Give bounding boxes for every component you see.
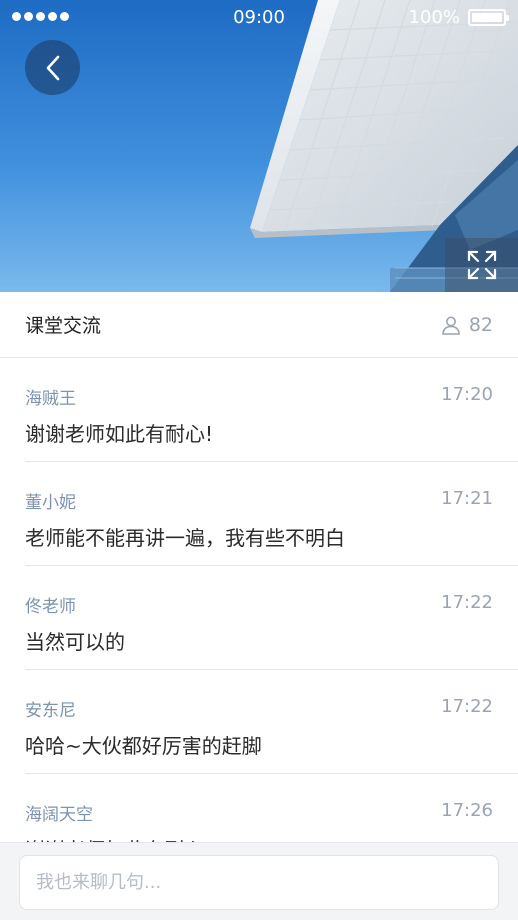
chat-input-bar: [0, 842, 518, 920]
message-text: 老师能不能再讲一遍，我有些不明白: [25, 526, 345, 550]
expand-icon: [467, 250, 496, 280]
message-item: 佟老师 17:22 当然可以的: [25, 566, 518, 670]
message-sender[interactable]: 安东尼: [25, 696, 76, 721]
status-bar: 09:00 100%: [0, 0, 518, 36]
message-time: 17:22: [441, 592, 493, 613]
battery-percentage: 100%: [408, 7, 460, 28]
message-item: 董小妮 17:21 老师能不能再讲一遍，我有些不明白: [25, 462, 518, 566]
message-sender[interactable]: 董小妮: [25, 488, 76, 513]
message-list[interactable]: 海贼王 17:20 谢谢老师如此有耐心! 董小妮 17:21 老师能不能再讲一遍…: [0, 358, 518, 842]
message-time: 17:22: [441, 696, 493, 717]
chat-input[interactable]: [19, 855, 499, 910]
hero-image: [250, 0, 518, 292]
message-time: 17:26: [441, 800, 493, 821]
message-item: 海阔天空 17:26 谢谢老师如此有耐心!: [25, 774, 518, 842]
back-button[interactable]: [25, 40, 80, 95]
message-sender[interactable]: 海阔天空: [25, 800, 93, 825]
message-sender[interactable]: 佟老师: [25, 592, 76, 617]
participant-count-value: 82: [468, 313, 493, 336]
chat-title: 课堂交流: [25, 315, 102, 337]
message-item: 安东尼 17:22 哈哈~大伙都好厉害的赶脚: [25, 670, 518, 774]
message-text: 当然可以的: [25, 630, 125, 654]
message-time: 17:21: [441, 488, 493, 509]
user-icon: [442, 316, 460, 335]
video-player[interactable]: 09:00 100%: [0, 0, 518, 292]
message-sender[interactable]: 海贼王: [25, 384, 76, 409]
message-text: 哈哈~大伙都好厉害的赶脚: [25, 734, 262, 758]
message-text: 谢谢老师如此有耐心!: [25, 834, 213, 842]
message-text: 谢谢老师如此有耐心!: [25, 422, 214, 446]
message-item: 海贼王 17:20 谢谢老师如此有耐心!: [25, 358, 518, 462]
battery-icon: [468, 9, 509, 26]
message-time: 17:20: [441, 384, 493, 405]
chat-header: 课堂交流 82: [0, 292, 518, 358]
fullscreen-button[interactable]: [445, 238, 518, 292]
participant-count[interactable]: 82: [441, 314, 493, 336]
chevron-left-icon: [46, 55, 59, 80]
